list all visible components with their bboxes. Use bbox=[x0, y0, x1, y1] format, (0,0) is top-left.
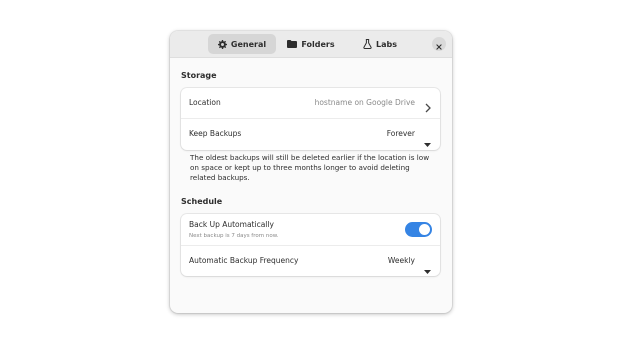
location-value: hostname on Google Drive bbox=[314, 98, 415, 107]
keep-backups-row[interactable]: Keep Backups Forever bbox=[181, 118, 440, 150]
gear-icon bbox=[217, 39, 227, 49]
flask-icon bbox=[363, 39, 372, 49]
keep-backups-value: Forever bbox=[386, 129, 415, 138]
close-icon bbox=[436, 35, 442, 54]
backup-frequency-row[interactable]: Automatic Backup Frequency Weekly bbox=[181, 245, 440, 277]
close-button[interactable] bbox=[432, 37, 446, 51]
keep-backups-label: Keep Backups bbox=[189, 129, 242, 138]
preferences-window: General Folders Labs Storage Location ho… bbox=[170, 31, 452, 313]
toggle-knob bbox=[419, 224, 430, 235]
tab-folders-label: Folders bbox=[301, 39, 335, 49]
backup-automatically-row: Back Up Automatically Next backup is 7 d… bbox=[181, 214, 440, 245]
backup-automatically-toggle[interactable] bbox=[405, 222, 432, 237]
location-label: Location bbox=[189, 98, 221, 107]
dropdown-arrow-icon bbox=[424, 132, 431, 151]
backup-automatically-label: Back Up Automatically bbox=[189, 220, 274, 229]
chevron-right-icon bbox=[425, 98, 431, 117]
tab-folders[interactable]: Folders bbox=[280, 34, 342, 54]
storage-card: Location hostname on Google Drive Keep B… bbox=[181, 88, 440, 150]
schedule-section-title: Schedule bbox=[181, 197, 223, 206]
folder-icon bbox=[287, 40, 298, 48]
next-backup-subtitle: Next backup is 7 days from now. bbox=[189, 233, 279, 239]
tab-labs[interactable]: Labs bbox=[354, 34, 406, 54]
backup-frequency-value: Weekly bbox=[387, 256, 415, 265]
storage-section-title: Storage bbox=[181, 71, 217, 80]
tab-general-label: General bbox=[230, 39, 267, 49]
storage-description: The oldest backups will still be deleted… bbox=[190, 153, 430, 182]
tab-labs-label: Labs bbox=[376, 39, 397, 49]
schedule-card: Back Up Automatically Next backup is 7 d… bbox=[181, 214, 440, 276]
dropdown-arrow-icon bbox=[424, 259, 431, 278]
location-row[interactable]: Location hostname on Google Drive bbox=[181, 88, 440, 119]
header-bar: General Folders Labs bbox=[170, 31, 452, 58]
backup-frequency-label: Automatic Backup Frequency bbox=[189, 256, 299, 265]
tab-general[interactable]: General bbox=[208, 34, 276, 54]
